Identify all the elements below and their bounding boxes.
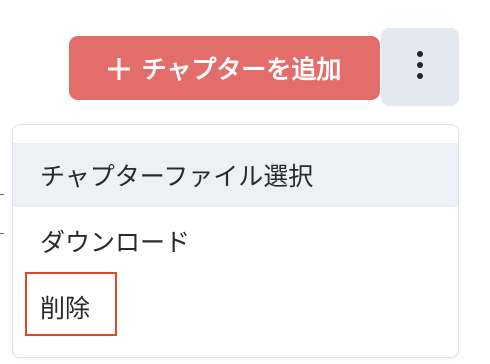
vertical-dots-icon	[415, 50, 425, 84]
menu-item-label: 削除	[40, 294, 91, 323]
menu-item-delete[interactable]: 削除	[13, 272, 458, 339]
add-chapter-button[interactable]: チャプターを追加	[69, 36, 380, 100]
menu-item-label: チャプターファイル選択	[40, 162, 314, 191]
more-options-button[interactable]	[381, 28, 459, 106]
dropdown-menu: チャプターファイル選択 ダウンロード 削除	[12, 124, 459, 358]
plus-icon	[107, 57, 130, 80]
background-field-edge	[0, 194, 4, 234]
add-chapter-label: チャプターを追加	[141, 55, 342, 84]
menu-item-label: ダウンロード	[40, 228, 191, 257]
page: チャプターを追加 チャプターファイル選択 ダウンロード 削除	[0, 0, 490, 364]
menu-item-download[interactable]: ダウンロード	[13, 209, 458, 273]
menu-item-select-chapter-file[interactable]: チャプターファイル選択	[13, 143, 458, 207]
